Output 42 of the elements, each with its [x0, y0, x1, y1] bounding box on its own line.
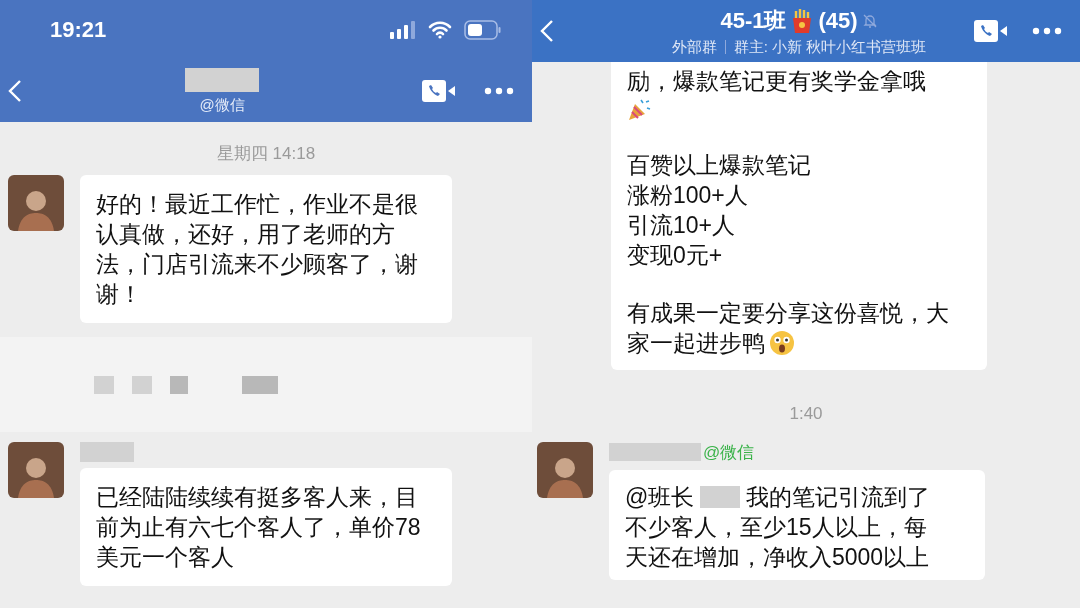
- sender-source: @微信: [703, 441, 755, 464]
- blurred-content: [94, 375, 114, 394]
- more-icon[interactable]: [1032, 27, 1062, 35]
- contact-subtitle: @微信: [199, 95, 245, 115]
- blurred-content: [170, 375, 188, 394]
- signal-icon: [390, 21, 416, 39]
- more-icon[interactable]: [484, 87, 514, 95]
- avatar-placeholder: [8, 442, 64, 498]
- timestamp: 星期四 14:18: [216, 144, 316, 163]
- message-text: 百赞以上爆款笔记: [627, 151, 811, 180]
- message-text: 不少客人，至少15人以上，每: [625, 513, 927, 542]
- message-text: 涨粉100+人: [627, 181, 748, 210]
- status-time: 19:21: [50, 17, 107, 43]
- surprised-face-icon: [769, 330, 795, 356]
- avatar-placeholder: [537, 442, 593, 498]
- back-icon[interactable]: [540, 19, 554, 43]
- wifi-icon: [428, 21, 452, 39]
- group-tag: 外部群: [671, 37, 717, 57]
- battery-icon: [464, 20, 502, 40]
- message-text: 有成果一定要分享这份喜悦，大: [627, 299, 949, 328]
- message-text: 家一起进步鸭: [627, 329, 765, 358]
- avatar-placeholder: [8, 175, 64, 231]
- message-text: 我的笔记引流到了: [746, 483, 931, 512]
- message-text: 引流10+人: [627, 211, 735, 240]
- message-bubble: 好的！最近工作忙，作业不是很认真做，还好，用了老师的方法，门店引流来不少顾客了，谢谢！: [80, 175, 452, 323]
- video-call-icon[interactable]: [422, 80, 456, 102]
- video-call-icon[interactable]: [974, 20, 1008, 42]
- mention-text: @班长: [625, 483, 695, 512]
- blurred-name: [700, 486, 741, 508]
- message-bubble: 已经陆陆续续有挺多客人来，目前为止有六七个客人了，单价78美元一个客人: [80, 468, 452, 586]
- group-owner: 群主: 小新 秋叶小红书营班班: [733, 37, 927, 57]
- message-text: 变现0元+: [627, 241, 723, 270]
- message-text: 天还在增加，净收入5000以上: [625, 543, 930, 572]
- group-title: 45-1班: [720, 6, 787, 35]
- member-count: (45): [818, 7, 858, 34]
- message-text: 励，爆款笔记更有奖学金拿哦: [627, 67, 926, 96]
- back-icon[interactable]: [8, 79, 22, 103]
- timestamp: 1:40: [789, 404, 823, 423]
- blurred-content: [132, 375, 152, 394]
- muted-bell-icon: [861, 12, 878, 29]
- blurred-name: [80, 442, 134, 462]
- blurred-content: [242, 375, 278, 394]
